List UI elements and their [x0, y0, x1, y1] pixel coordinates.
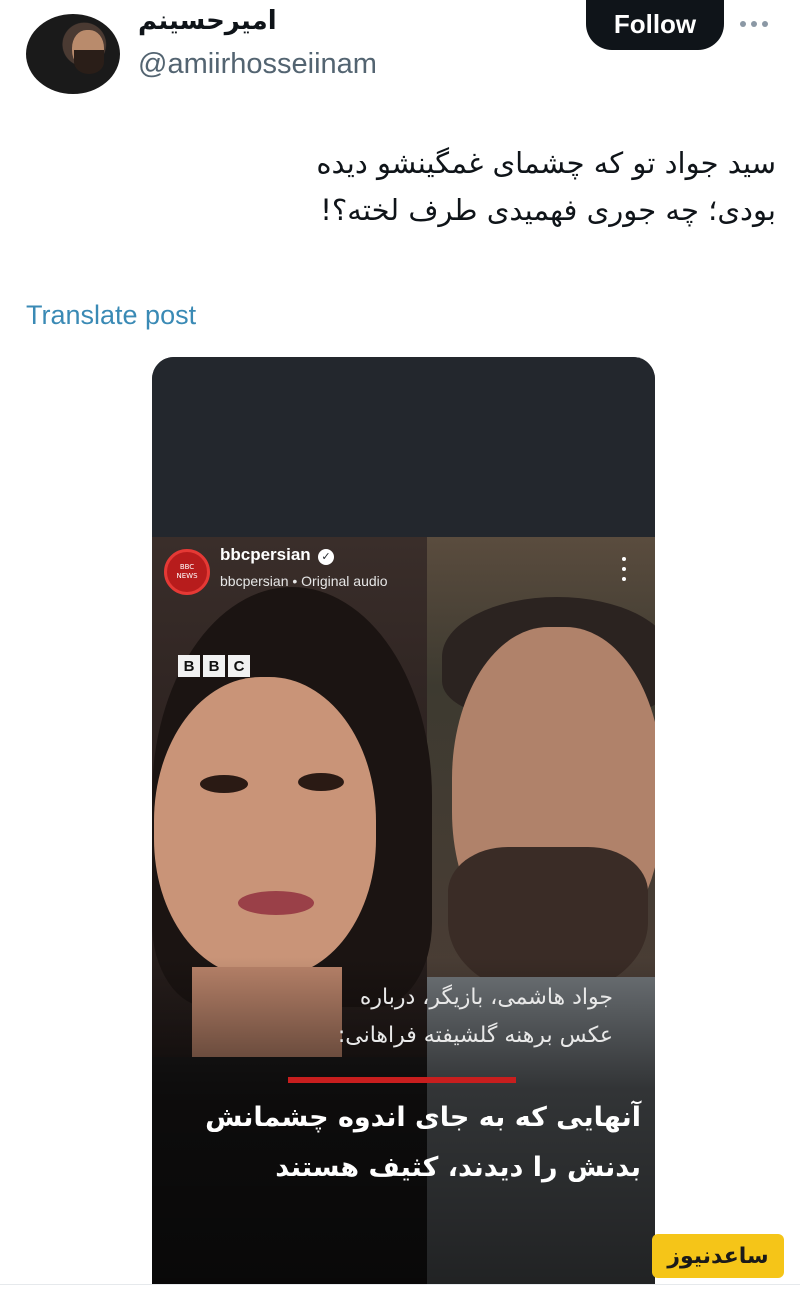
tweet-text-line-2: بودی؛ چه جوری فهمیدی طرف لخته؟!: [320, 193, 776, 227]
user-avatar[interactable]: [26, 14, 120, 94]
caption-intro: جواد هاشمی، بازیگر، درباره عکس برهنه گلش…: [153, 979, 613, 1055]
bottom-divider: [0, 1284, 800, 1285]
caption-quote: آنهایی که به جای اندوه چشمانش بدنش را دی…: [161, 1093, 641, 1193]
verified-badge-icon: ✓: [318, 549, 334, 565]
caption-quote-line-2: بدنش را دیدند، کثیف هستند: [275, 1152, 641, 1183]
avatar-beard: [74, 50, 104, 74]
woman-lips: [238, 891, 314, 915]
caption-quote-line-1: آنهایی که به جای اندوه چشمانش: [205, 1102, 641, 1133]
user-handle[interactable]: @amiirhosseiinam: [138, 48, 377, 81]
translate-post-link[interactable]: Translate post: [26, 300, 196, 331]
media-top-area: [152, 357, 655, 537]
woman-eye-right: [298, 773, 344, 791]
ig-audio-subtitle[interactable]: bbcpersian • Original audio: [220, 573, 388, 589]
avatar-badge-top: BBC: [179, 563, 195, 571]
bbc-letter: C: [228, 655, 250, 677]
bbc-letter: B: [203, 655, 225, 677]
site-watermark: ساعدنیوز: [652, 1234, 784, 1278]
caption-divider: [288, 1077, 516, 1083]
tweet-media[interactable]: BBC NEWS bbcpersian ✓ bbcpersian • Origi…: [152, 357, 655, 1285]
bbc-letter: B: [178, 655, 200, 677]
ig-more-icon[interactable]: [622, 557, 628, 581]
woman-face: [154, 677, 376, 977]
avatar-badge-bottom: NEWS: [176, 572, 198, 580]
tweet-text-line-1: سید جواد تو که چشمای غمگینشو دیده: [316, 146, 776, 180]
ig-account-name[interactable]: bbcpersian: [220, 545, 311, 565]
more-options-icon[interactable]: [740, 14, 780, 34]
caption-intro-line-2: عکس برهنه گلشیفته فراهانی:: [337, 1023, 613, 1048]
display-name[interactable]: امیرحسینم: [138, 6, 277, 36]
woman-eye-left: [200, 775, 248, 793]
follow-button[interactable]: Follow: [586, 0, 724, 50]
tweet-text: سید جواد تو که چشمای غمگینشو دیده بودی؛ …: [36, 140, 776, 234]
caption-intro-line-1: جواد هاشمی، بازیگر، درباره: [359, 985, 613, 1010]
tweet-header: امیرحسینم @amiirhosseiinam Follow: [0, 0, 800, 100]
bbc-news-avatar-icon[interactable]: BBC NEWS: [164, 549, 210, 595]
bbc-logo: B B C: [178, 655, 250, 677]
